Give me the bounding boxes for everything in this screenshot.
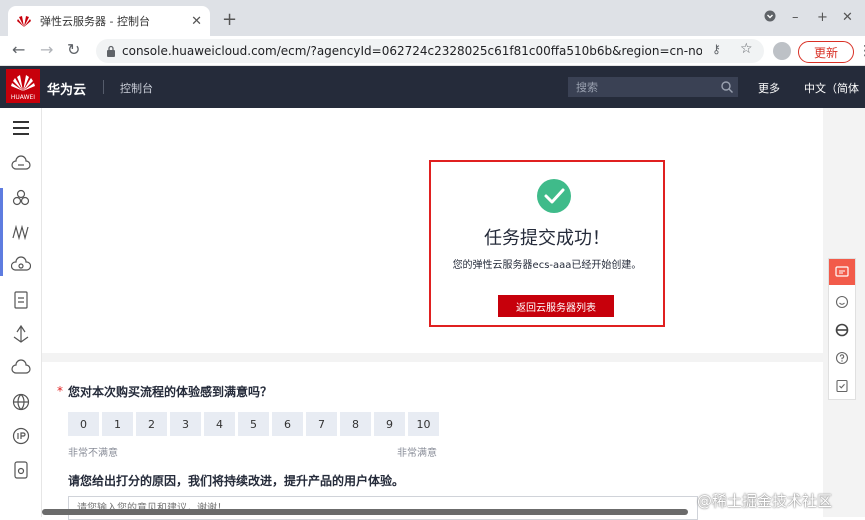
cloud-icon[interactable]	[11, 358, 31, 378]
rating-option[interactable]: 1	[102, 412, 133, 436]
huawei-logo-icon	[11, 75, 35, 91]
survey-question: 您对本次购买流程的体验感到满意吗？	[68, 385, 273, 399]
rating-high-label: 非常满意	[397, 448, 437, 459]
update-button[interactable]: 更新	[798, 41, 854, 63]
console-header: HUAWEI 华为云 控制台 搜索 更多 中文（简体	[0, 66, 865, 108]
database-icon[interactable]	[11, 460, 31, 480]
service-sidebar	[0, 108, 42, 517]
rating-option[interactable]: 6	[272, 412, 303, 436]
close-tab-icon[interactable]: ✕	[191, 14, 202, 29]
network-icon[interactable]	[11, 222, 31, 242]
document-icon[interactable]	[11, 290, 31, 310]
globe-icon[interactable]	[11, 392, 31, 412]
sidebar-accent	[0, 188, 3, 276]
horizontal-scrollbar[interactable]	[42, 509, 688, 515]
huawei-logo[interactable]: HUAWEI	[6, 69, 40, 103]
cloud-storage-icon[interactable]	[11, 256, 31, 276]
search-icon[interactable]	[720, 80, 734, 94]
rating-option[interactable]: 10	[408, 412, 439, 436]
success-card: 任务提交成功！ 您的弹性云服务器ecs-aaa已经开始创建。 返回云服务器列表	[42, 108, 823, 353]
browser-menu-icon[interactable]: ⋮	[858, 43, 865, 59]
required-marker: *	[57, 384, 63, 398]
maximize-icon[interactable]: +	[817, 10, 828, 25]
browser-tab[interactable]: 弹性云服务器 - 控制台 ✕	[8, 6, 210, 36]
chat-icon[interactable]	[829, 259, 855, 285]
checklist-icon[interactable]	[829, 373, 855, 399]
logo-text: HUAWEI	[10, 94, 36, 101]
address-bar[interactable]: console.huaweicloud.com/ecm/?agencyId=06…	[96, 39, 764, 63]
cloud-server-icon[interactable]	[11, 154, 31, 174]
lock-icon	[107, 45, 115, 57]
address-url: console.huaweicloud.com/ecm/?agencyId=06…	[122, 44, 702, 58]
rating-option[interactable]: 8	[340, 412, 371, 436]
rating-option[interactable]: 7	[306, 412, 337, 436]
back-to-server-list-button[interactable]: 返回云服务器列表	[498, 295, 614, 317]
menu-icon[interactable]	[11, 118, 31, 138]
forward-icon[interactable]: →	[40, 40, 53, 59]
floating-toolbar	[828, 258, 856, 400]
success-description: 您的弹性云服务器ecs-aaa已经开始创建。	[452, 260, 642, 271]
feedback-icon[interactable]	[829, 289, 855, 315]
success-title: 任务提交成功！	[484, 228, 610, 249]
back-icon[interactable]: ←	[12, 40, 25, 59]
avatar[interactable]	[773, 42, 791, 60]
key-icon[interactable]: ⚷	[712, 42, 721, 56]
main-content: 任务提交成功！ 您的弹性云服务器ecs-aaa已经开始创建。 返回云服务器列表 …	[42, 108, 865, 520]
reason-input[interactable]	[68, 496, 698, 520]
help-icon[interactable]	[829, 345, 855, 371]
search-input[interactable]: 搜索	[568, 77, 738, 97]
deploy-icon[interactable]	[11, 324, 31, 344]
new-tab-icon[interactable]: +	[222, 9, 237, 30]
language-selector[interactable]: 中文（简体	[804, 80, 859, 96]
close-window-icon[interactable]: ✕	[842, 10, 853, 25]
profile-menu-icon[interactable]	[764, 10, 776, 26]
rating-option[interactable]: 0	[68, 412, 99, 436]
console-link[interactable]: 控制台	[120, 80, 153, 96]
browser-toolbar: ← → ↻ console.huaweicloud.com/ecm/?agenc…	[0, 36, 865, 66]
success-check-icon	[537, 179, 571, 213]
browser-tab-title: 弹性云服务器 - 控制台	[40, 15, 150, 28]
cluster-icon[interactable]	[11, 188, 31, 208]
minimize-icon[interactable]: –	[792, 10, 799, 25]
rating-option[interactable]: 9	[374, 412, 405, 436]
brand-name[interactable]: 华为云	[47, 79, 86, 98]
service-icon[interactable]	[829, 317, 855, 343]
header-divider	[103, 80, 104, 94]
more-menu[interactable]: 更多	[758, 80, 780, 96]
rating-option[interactable]: 2	[136, 412, 167, 436]
watermark: @稀土掘金技术社区	[697, 492, 833, 510]
rating-option[interactable]: 3	[170, 412, 201, 436]
reason-title: 请您给出打分的原因，我们将持续改进，提升产品的用户体验。	[68, 474, 405, 488]
ip-icon[interactable]	[11, 426, 31, 446]
rating-option[interactable]: 4	[204, 412, 235, 436]
bookmark-star-icon[interactable]: ☆	[740, 41, 753, 57]
huawei-favicon-icon	[17, 16, 31, 27]
rating-low-label: 非常不满意	[68, 448, 118, 459]
browser-tab-strip: 弹性云服务器 - 控制台 ✕ + – + ✕	[0, 0, 865, 36]
rating-option[interactable]: 5	[238, 412, 269, 436]
rating-scale: 0 1 2 3 4 5 6 7 8 9 10	[68, 412, 442, 436]
search-placeholder: 搜索	[576, 81, 598, 94]
reload-icon[interactable]: ↻	[67, 40, 80, 59]
